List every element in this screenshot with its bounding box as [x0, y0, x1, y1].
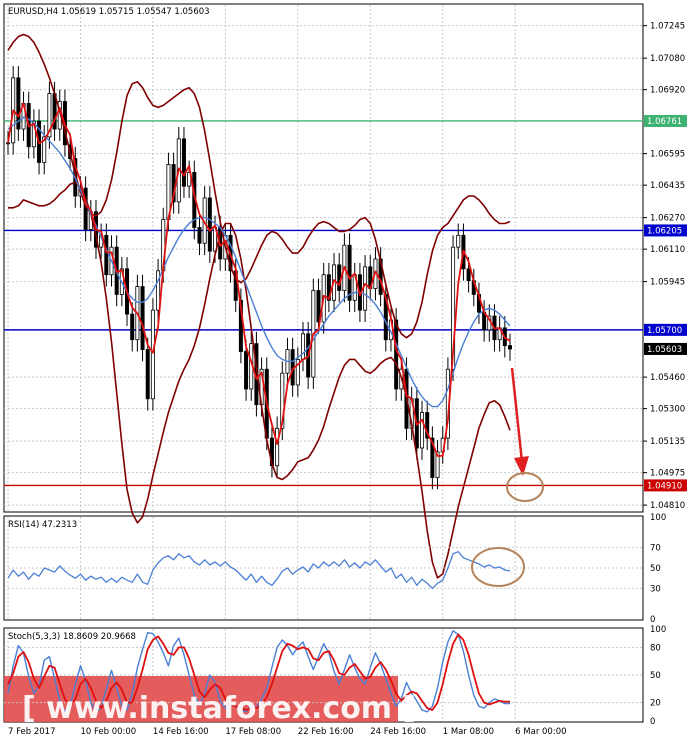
- candle-body-80: [420, 412, 425, 449]
- candle-body-34: [181, 138, 186, 187]
- chart-canvas: 1.06761 1.06205 1.05700 1.04910 1.05603 [ ww…: [3, 3, 687, 737]
- price-y-label-3: 1.06595: [650, 150, 685, 160]
- candle-body-89: [466, 268, 471, 282]
- candle-body-64: [337, 264, 342, 291]
- candle-body-97: [507, 345, 512, 350]
- x-tick-label-2: 14 Feb 16:00: [153, 727, 209, 737]
- chart-window: 1.06761 1.06205 1.05700 1.04910 1.05603 [ ww…: [0, 0, 688, 743]
- stoch-y-label-1: 80: [650, 643, 661, 653]
- candle-body-57: [300, 333, 305, 360]
- candle-body-19: [104, 234, 109, 276]
- rsi-y-label-0: 100: [650, 513, 666, 523]
- rsi-y-label-3: 30: [650, 584, 661, 594]
- x-tick-label-7: 6 Mar 00:00: [515, 727, 566, 737]
- candle-body-39: [207, 197, 212, 252]
- candle-body-37: [197, 227, 202, 244]
- price-y-label-2: 1.06920: [650, 86, 685, 96]
- x-tick-label-3: 17 Feb 08:00: [225, 727, 281, 737]
- candle-body-28: [150, 309, 155, 400]
- x-tick-label-5: 24 Feb 16:00: [370, 727, 426, 737]
- x-tick-label-0: 7 Feb 2017: [8, 727, 56, 737]
- level-label-2: 1.05700: [647, 326, 682, 336]
- price-header: EURUSD,H4 1.05619 1.05715 1.05547 1.0560…: [8, 7, 210, 17]
- current-price-label: 1.05603: [647, 345, 682, 355]
- price-y-label-10: 1.05135: [650, 437, 685, 447]
- price-y-label-8: 1.05460: [650, 373, 685, 383]
- stoch-y-label-4: 0: [650, 717, 655, 727]
- candle-body-46: [244, 351, 249, 390]
- price-y-label-11: 1.04975: [650, 469, 685, 479]
- stoch-y-label-3: 20: [650, 699, 661, 709]
- x-tick-label-1: 10 Feb 00:00: [80, 727, 136, 737]
- price-y-label-0: 1.07245: [650, 22, 685, 32]
- price-y-label-9: 1.05300: [650, 405, 685, 415]
- rsi-y-label-2: 50: [650, 564, 661, 574]
- candle-body-87: [456, 234, 461, 248]
- rsi-header: RSI(14) 47.2313: [8, 520, 77, 530]
- price-y-label-5: 1.06270: [650, 214, 685, 224]
- stoch-y-label-0: 100: [650, 625, 666, 635]
- x-tick-label-6: 1 Mar 08:00: [443, 727, 494, 737]
- price-y-label-12: 1.04810: [650, 501, 685, 511]
- price-y-label-4: 1.06435: [650, 181, 685, 191]
- candle-body-52: [275, 427, 280, 467]
- rsi-y-label-1: 70: [650, 544, 661, 554]
- candle-body-27: [145, 349, 150, 400]
- level-label-1: 1.06205: [647, 226, 682, 236]
- price-y-label-6: 1.06110: [650, 245, 685, 255]
- candle-body-66: [347, 244, 352, 301]
- rsi-y-label-4: 0: [650, 615, 655, 625]
- price-y-label-1: 1.07080: [650, 54, 685, 64]
- price-y-label-7: 1.05945: [650, 278, 685, 288]
- stoch-y-label-2: 50: [650, 671, 661, 681]
- x-tick-label-4: 22 Feb 16:00: [298, 727, 354, 737]
- rsi-panel[interactable]: [3, 515, 644, 621]
- candle-body-69: [363, 266, 368, 311]
- stoch-header: Stoch(5,3,3) 18.8609 20.9668: [8, 632, 136, 642]
- candle-body-26: [140, 286, 145, 350]
- candle-body-0: [6, 142, 11, 145]
- candle-body-75: [394, 319, 399, 390]
- level-label-3: 1.04910: [647, 481, 682, 491]
- candle-body-24: [130, 313, 135, 341]
- level-label-0: 1.06761: [647, 117, 682, 127]
- watermark-text: [ www.instaforex.com ]: [22, 691, 416, 726]
